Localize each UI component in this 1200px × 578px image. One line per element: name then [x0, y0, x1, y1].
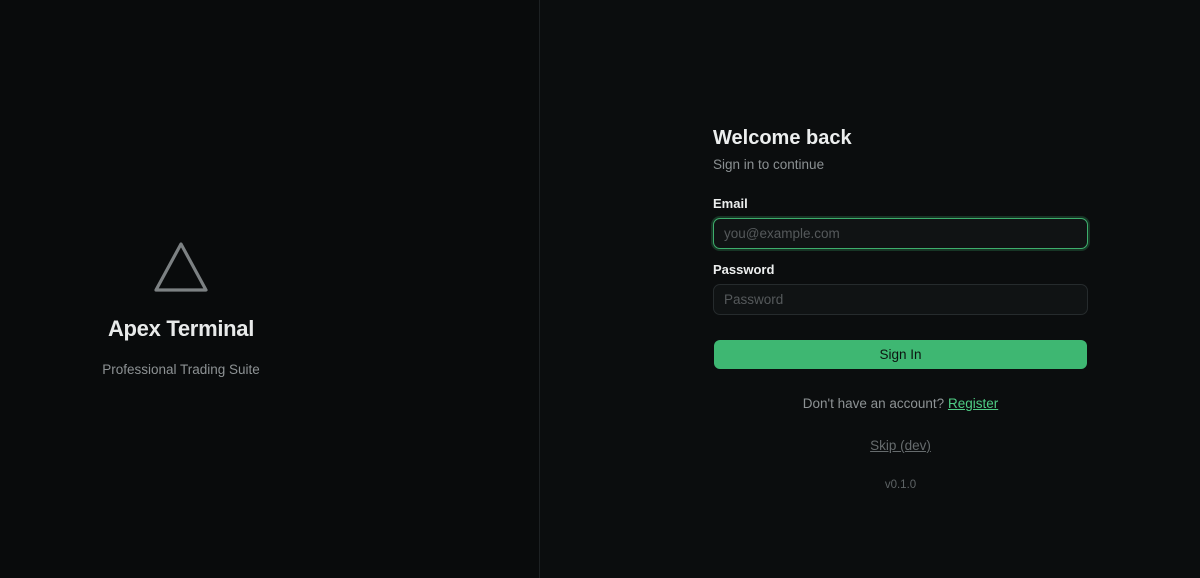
register-prompt: Don't have an account? — [802, 396, 945, 411]
form-subtitle: Sign in to continue — [713, 157, 825, 172]
email-label: Email — [713, 196, 748, 211]
sign-in-button[interactable]: Sign In — [714, 340, 1087, 369]
triangle-icon — [154, 242, 208, 292]
email-field[interactable] — [713, 218, 1088, 249]
form-title: Welcome back — [713, 127, 852, 149]
brand-title: Apex Terminal — [107, 316, 255, 341]
brand-panel: Apex Terminal Professional Trading Suite — [0, 0, 540, 578]
login-screen: Apex Terminal Professional Trading Suite… — [0, 0, 1200, 578]
password-label: Password — [713, 262, 775, 277]
register-link[interactable]: Register — [948, 396, 998, 411]
brand-subtitle: Professional Trading Suite — [102, 362, 260, 377]
version-label: v0.1.0 — [884, 479, 917, 491]
login-form: Welcome back Sign in to continue Email P… — [713, 124, 1088, 492]
register-row: Don't have an account? Register — [713, 396, 1088, 412]
password-field[interactable] — [713, 284, 1088, 315]
brand-block: Apex Terminal Professional Trading Suite — [0, 240, 362, 377]
skip-dev-link[interactable]: Skip (dev) — [870, 438, 931, 453]
skip-row: Skip (dev) — [713, 438, 1088, 454]
form-panel: Welcome back Sign in to continue Email P… — [540, 0, 1200, 578]
